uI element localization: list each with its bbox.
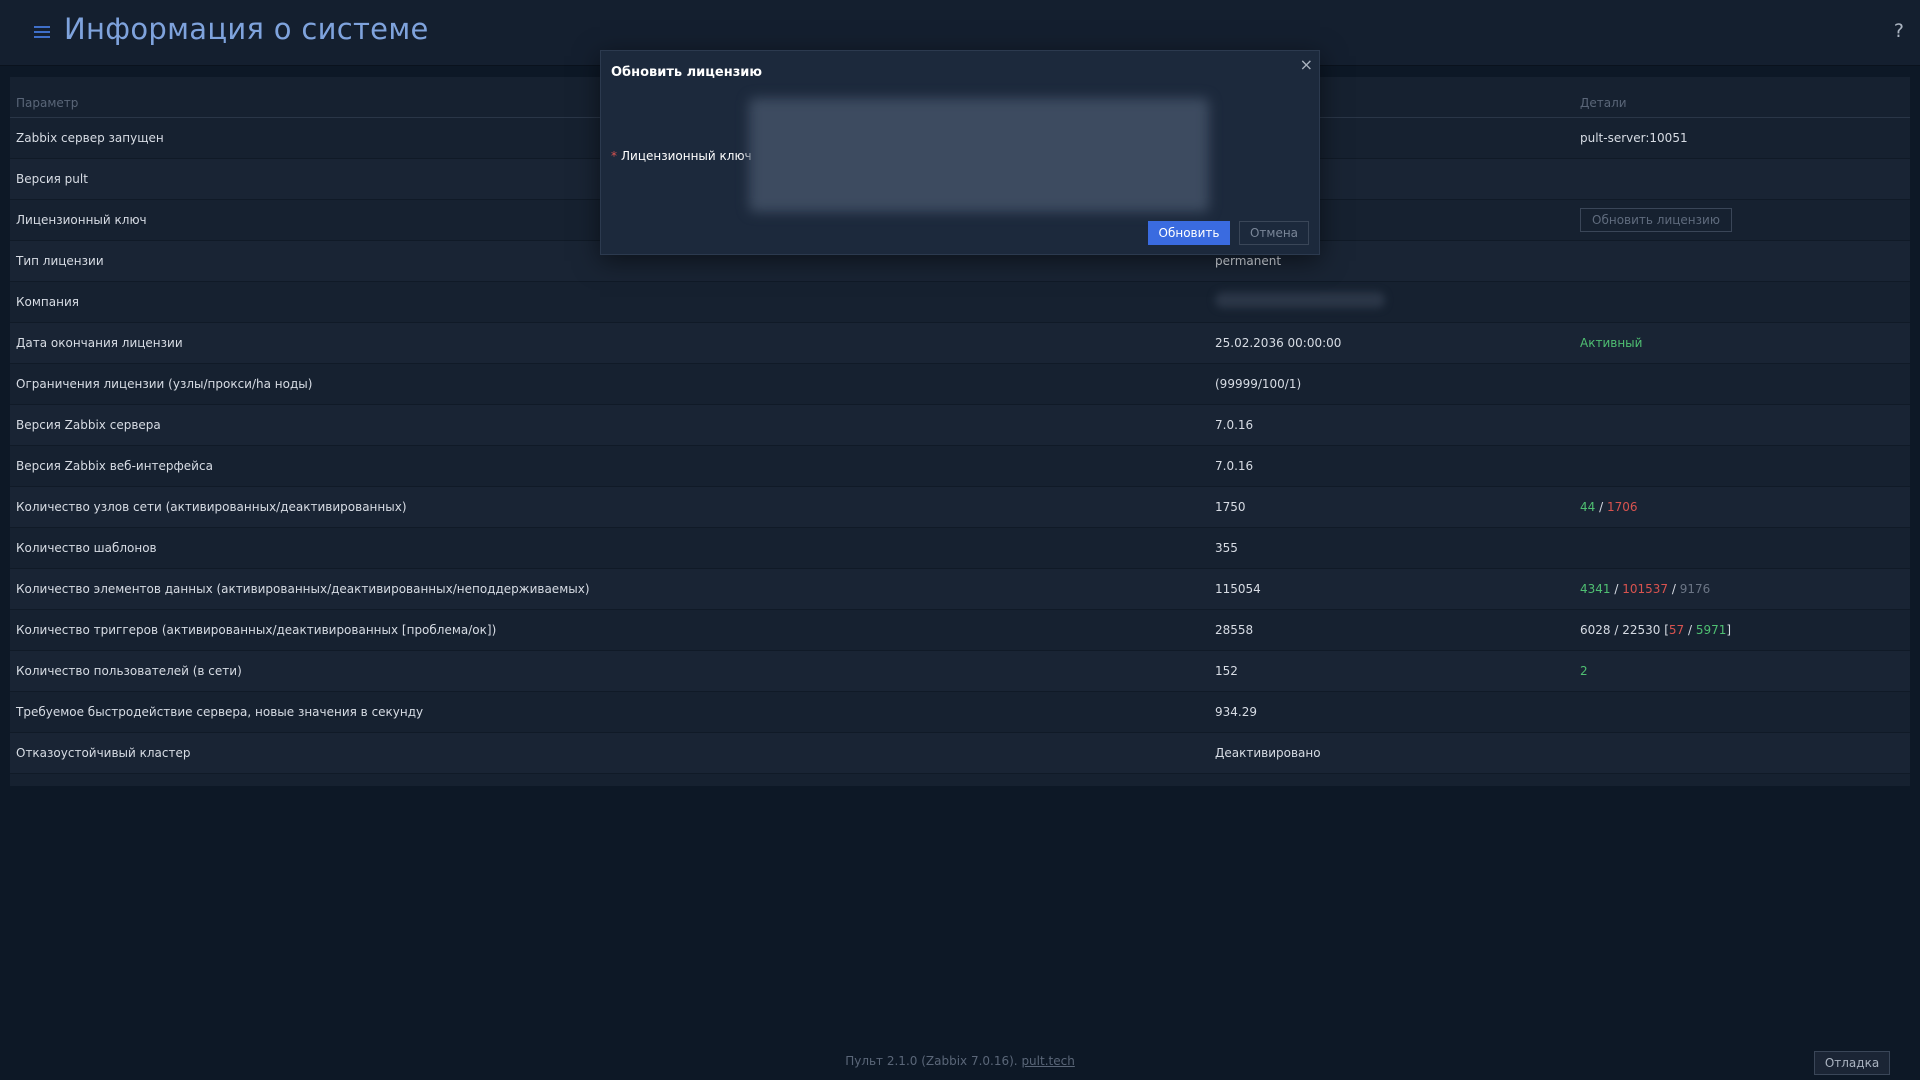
details-cell [1574, 281, 1910, 323]
required-marker: * [611, 149, 617, 163]
parameter-cell: Требуемое быстродействие сервера, новые … [10, 691, 1209, 733]
details-cell: Обновить лицензию [1574, 199, 1910, 241]
details-cell [1574, 527, 1910, 569]
value-cell: 934.29 [1209, 691, 1574, 733]
parameter-cell: Количество шаблонов [10, 527, 1209, 569]
details-cell [1574, 732, 1910, 774]
details-cell: 44 / 1706 [1574, 486, 1910, 528]
value-cell: 25.02.2036 00:00:00 [1209, 322, 1574, 364]
details-value-part: 44 [1580, 499, 1596, 514]
details-value-part: ] [1726, 622, 1732, 637]
table-row: Отказоустойчивый кластер Деактивировано [10, 732, 1910, 774]
details-value-part: 5971 [1695, 622, 1727, 637]
details-value-part: / [1610, 581, 1623, 596]
value-cell: 7.0.16 [1209, 404, 1574, 446]
close-icon[interactable]: × [1300, 55, 1313, 74]
table-row: Количество шаблонов 355 [10, 527, 1910, 569]
details-cell: 4341 / 101537 / 9176 [1574, 568, 1910, 610]
update-button[interactable]: Обновить [1148, 221, 1230, 245]
details-value-part: / [1595, 499, 1607, 514]
details-value-part: 1706 [1606, 499, 1638, 514]
details-cell: pult-server:10051 [1574, 117, 1910, 159]
table-row: Количество триггеров (активированных/деа… [10, 609, 1910, 651]
debug-button[interactable]: Отладка [1814, 1051, 1890, 1075]
details-cell [1574, 240, 1910, 282]
table-row: Требуемое быстродействие сервера, новые … [10, 691, 1910, 733]
value-cell: (99999/100/1) [1209, 363, 1574, 405]
details-value-part: pult-server:10051 [1580, 130, 1688, 145]
table-row: Версия Zabbix веб-интерфейса 7.0.16 [10, 445, 1910, 487]
help-icon[interactable]: ? [1894, 20, 1904, 42]
footer: Пульт 2.1.0 (Zabbix 7.0.16). pult.tech [0, 1054, 1920, 1068]
hamburger-menu-icon[interactable] [34, 26, 50, 38]
value-cell: 115054 [1209, 568, 1574, 610]
parameter-cell: Версия Zabbix веб-интерфейса [10, 445, 1209, 487]
details-value-part: / [1684, 622, 1696, 637]
parameter-cell: Количество пользователей (в сети) [10, 650, 1209, 692]
value-cell: 1750 [1209, 486, 1574, 528]
parameter-cell: Версия Zabbix сервера [10, 404, 1209, 446]
details-cell [1574, 445, 1910, 487]
table-row: Ограничения лицензии (узлы/прокси/ha нод… [10, 363, 1910, 405]
value-cell: 152 [1209, 650, 1574, 692]
details-value-part: 4341 [1580, 581, 1611, 596]
details-value-part: 2 [1580, 663, 1588, 678]
cancel-button[interactable]: Отмена [1239, 221, 1309, 245]
details-cell [1574, 404, 1910, 446]
details-cell [1574, 158, 1910, 200]
parameter-cell: Количество узлов сети (активированных/де… [10, 486, 1209, 528]
details-value-part: / [1668, 581, 1680, 596]
parameter-cell: Дата окончания лицензии [10, 322, 1209, 364]
details-value-part: 57 [1668, 622, 1685, 637]
redacted-value [1215, 292, 1385, 308]
footer-link[interactable]: pult.tech [1021, 1054, 1074, 1068]
details-cell: 2 [1574, 650, 1910, 692]
column-header-details: Детали [1574, 77, 1910, 118]
value-cell [1209, 281, 1574, 323]
details-value-part: 6028 / 22530 [ [1580, 622, 1669, 637]
dialog-title: Обновить лицензию [611, 65, 763, 80]
value-cell: Деактивировано [1209, 732, 1574, 774]
details-value-part: Активный [1580, 335, 1643, 350]
license-key-label-text: Лицензионный ключ [621, 149, 752, 163]
table-row: Дата окончания лицензии 25.02.2036 00:00:… [10, 322, 1910, 364]
table-row: Количество пользователей (в сети) 152 2 [10, 650, 1910, 692]
parameter-cell: Количество триггеров (активированных/деа… [10, 609, 1209, 651]
details-cell [1574, 363, 1910, 405]
parameter-cell: Ограничения лицензии (узлы/прокси/ha нод… [10, 363, 1209, 405]
parameter-cell: Компания [10, 281, 1209, 323]
details-value-part: 9176 [1679, 581, 1711, 596]
table-row: Версия Zabbix сервера 7.0.16 [10, 404, 1910, 446]
license-key-label: * Лицензионный ключ [611, 149, 752, 163]
parameter-cell: Количество элементов данных (активирован… [10, 568, 1209, 610]
license-key-textarea[interactable] [749, 98, 1209, 212]
page-title: Информация о системе [64, 12, 429, 46]
parameter-cell: Отказоустойчивый кластер [10, 732, 1209, 774]
footer-version-text: Пульт 2.1.0 (Zabbix 7.0.16). [845, 1054, 1022, 1068]
details-cell [1574, 691, 1910, 733]
value-cell: 7.0.16 [1209, 445, 1574, 487]
details-cell: Активный [1574, 322, 1910, 364]
details-value-part: 101537 [1622, 581, 1669, 596]
update-license-dialog: Обновить лицензию × * Лицензионный ключ О… [600, 50, 1320, 255]
table-row: Компания [10, 281, 1910, 323]
table-row: Количество узлов сети (активированных/де… [10, 486, 1910, 528]
value-cell: 355 [1209, 527, 1574, 569]
value-cell: 28558 [1209, 609, 1574, 651]
table-row: Количество элементов данных (активирован… [10, 568, 1910, 610]
update-license-button[interactable]: Обновить лицензию [1580, 207, 1732, 232]
details-cell: 6028 / 22530 [57 / 5971] [1574, 609, 1910, 651]
